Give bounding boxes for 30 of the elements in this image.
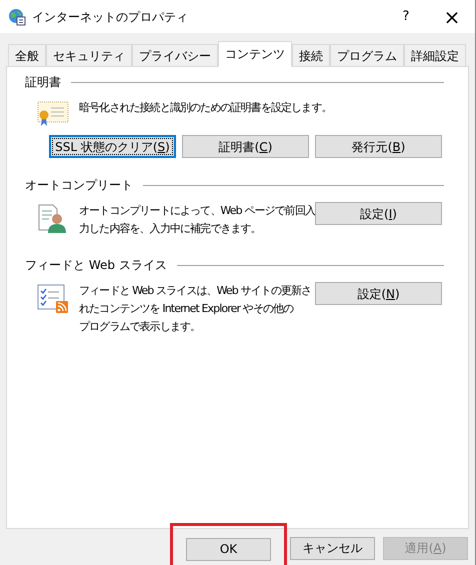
dialog-button[interactable]: 設定(I) bbox=[315, 202, 442, 225]
description-text: フィードと Web スライスは、Web サイトの更新さ bbox=[79, 283, 312, 299]
description-text: プログラムで表示します。 bbox=[79, 319, 200, 335]
tab[interactable]: プライバシー bbox=[132, 44, 218, 66]
certificate-icon bbox=[37, 101, 69, 127]
globe-settings-icon bbox=[8, 8, 26, 26]
help-button[interactable]: ? bbox=[383, 0, 429, 33]
description-text: 暗号化された接続と識別のための証明書を設定します。 bbox=[79, 100, 332, 116]
tab[interactable]: 詳細設定 bbox=[404, 44, 466, 66]
dialog-button[interactable]: 発行元(B) bbox=[315, 135, 442, 158]
section-heading: オートコンプリート bbox=[25, 177, 133, 194]
dialog-button[interactable]: SSL 状態のクリア(S) bbox=[49, 135, 176, 158]
description-text: オートコンプリートによって、Web ページで前回入 bbox=[79, 203, 315, 219]
tab[interactable]: プログラム bbox=[330, 44, 404, 66]
window-title: インターネットのプロパティ bbox=[32, 8, 188, 26]
section-heading: 証明書 bbox=[25, 74, 61, 91]
document-user-icon bbox=[37, 204, 67, 234]
dialog-button[interactable]: 証明書(C) bbox=[182, 135, 309, 158]
tab[interactable]: コンテンツ bbox=[218, 41, 292, 67]
description-text: 力した内容を、入力中に補完できます。 bbox=[79, 221, 261, 237]
tab[interactable]: 全般 bbox=[8, 44, 46, 66]
dialog-button[interactable]: OK bbox=[186, 538, 271, 560]
description-text: れたコンテンツを Internet Explorer やその他の bbox=[79, 301, 294, 317]
dialog-button[interactable]: 設定(N) bbox=[315, 282, 442, 305]
dialog-button[interactable]: キャンセル bbox=[290, 536, 375, 560]
tab[interactable]: 接続 bbox=[292, 44, 330, 66]
tab[interactable]: セキュリティ bbox=[46, 44, 132, 66]
checklist-feed-icon bbox=[37, 284, 69, 314]
close-button[interactable]: × bbox=[429, 0, 475, 33]
section-heading: フィードと Web スライス bbox=[25, 257, 167, 274]
